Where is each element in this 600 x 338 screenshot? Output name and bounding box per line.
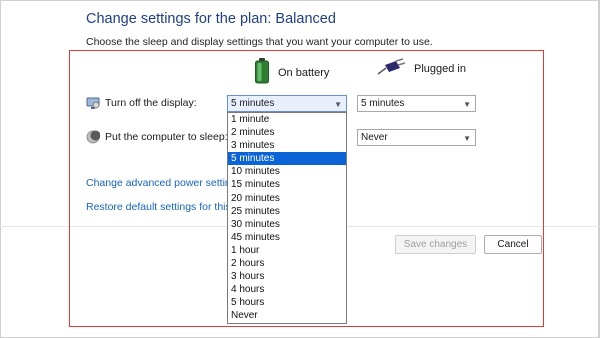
plug-icon — [376, 58, 406, 79]
display-row-label: Turn off the display: — [86, 96, 197, 110]
restore-defaults-link[interactable]: Restore default settings for this pl — [86, 201, 242, 213]
plugged-in-label: Plugged in — [414, 62, 466, 75]
dropdown-option[interactable]: 1 hour — [228, 244, 346, 257]
page-title: Change settings for the plan: Balanced — [86, 11, 336, 27]
dropdown-option[interactable]: 3 hours — [228, 270, 346, 283]
dropdown-option[interactable]: 25 minutes — [228, 205, 346, 218]
dropdown-option[interactable]: 15 minutes — [228, 178, 346, 191]
chevron-down-icon: ▼ — [334, 100, 342, 109]
dropdown-option[interactable]: 2 hours — [228, 257, 346, 270]
display-plugged-value: 5 minutes — [361, 98, 405, 109]
save-changes-button[interactable]: Save changes — [395, 235, 476, 254]
dropdown-option[interactable]: 30 minutes — [228, 218, 346, 231]
display-battery-dropdown-list[interactable]: 1 minute 2 minutes 3 minutes 5 minutes 1… — [227, 112, 347, 324]
dropdown-option[interactable]: 2 minutes — [228, 126, 346, 139]
display-battery-select[interactable]: 5 minutes ▼ — [227, 95, 347, 112]
sleep-plugged-select[interactable]: Never ▼ — [357, 129, 476, 146]
dropdown-option[interactable]: 4 hours — [228, 283, 346, 296]
monitor-icon — [86, 96, 100, 110]
chevron-down-icon: ▼ — [463, 134, 471, 143]
chevron-down-icon: ▼ — [463, 100, 471, 109]
cancel-button[interactable]: Cancel — [484, 235, 542, 254]
column-on-battery: On battery — [254, 58, 329, 87]
dropdown-option[interactable]: 1 minute — [228, 113, 346, 126]
dropdown-option[interactable]: 3 minutes — [228, 139, 346, 152]
dropdown-option[interactable]: 20 minutes — [228, 192, 346, 205]
battery-icon — [254, 58, 270, 87]
display-label: Turn off the display: — [105, 97, 197, 109]
dropdown-option[interactable]: 10 minutes — [228, 165, 346, 178]
page-subtitle: Choose the sleep and display settings th… — [86, 36, 433, 48]
sleep-plugged-value: Never — [361, 132, 388, 143]
dropdown-option-selected[interactable]: 5 minutes — [228, 152, 346, 166]
dropdown-option[interactable]: 45 minutes — [228, 231, 346, 244]
moon-icon — [86, 130, 101, 144]
advanced-settings-link[interactable]: Change advanced power settings — [86, 177, 242, 189]
display-plugged-select[interactable]: 5 minutes ▼ — [357, 95, 476, 112]
dropdown-option[interactable]: Never — [228, 309, 346, 322]
dropdown-option[interactable]: 5 hours — [228, 296, 346, 309]
on-battery-label: On battery — [278, 66, 330, 79]
display-battery-value: 5 minutes — [231, 98, 275, 109]
column-plugged-in: Plugged in — [376, 58, 466, 79]
sleep-label: Put the computer to sleep: — [105, 131, 228, 143]
sleep-row-label: Put the computer to sleep: — [86, 130, 228, 144]
